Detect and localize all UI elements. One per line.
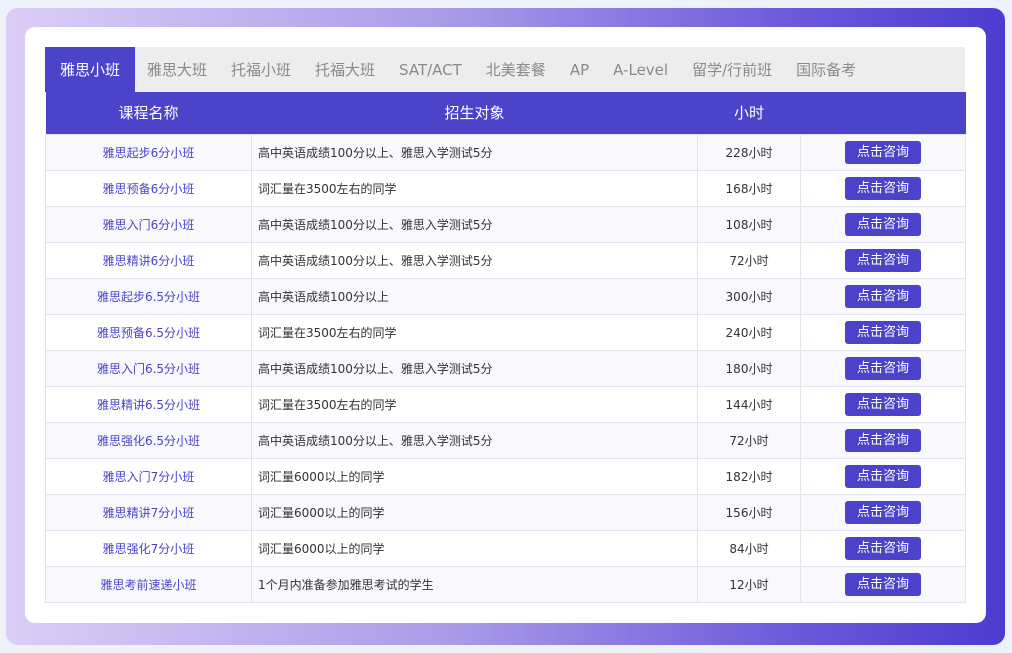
course-target: 词汇量6000以上的同学 [251,457,698,495]
course-target: 词汇量6000以上的同学 [251,493,698,531]
header-target: 招生对象 [251,92,698,134]
table-row: 雅思精讲7分小班 词汇量6000以上的同学 156小时 点击咨询 [45,493,966,531]
action-cell: 点击咨询 [800,565,966,603]
course-tabs: 雅思小班 雅思大班 托福小班 托福大班 SAT/ACT 北美套餐 AP A-Level 留学/行… [45,47,965,92]
table-row: 雅思起步6分小班 高中英语成绩100分以上、雅思入学测试5分 228小时 点击咨询 [45,133,966,171]
course-name[interactable]: 雅思强化6.5分小班 [45,421,252,459]
consult-button[interactable]: 点击咨询 [845,356,921,380]
course-hours: 156小时 [697,493,801,531]
consult-button[interactable]: 点击咨询 [845,248,921,272]
course-target: 高中英语成绩100分以上、雅思入学测试5分 [251,241,698,279]
course-target: 词汇量在3500左右的同学 [251,313,698,351]
course-hours: 168小时 [697,169,801,207]
course-target: 高中英语成绩100分以上、雅思入学测试5分 [251,421,698,459]
table-row: 雅思强化6.5分小班 高中英语成绩100分以上、雅思入学测试5分 72小时 点击咨询 [45,421,966,459]
consult-button[interactable]: 点击咨询 [845,284,921,308]
course-name[interactable]: 雅思入门6分小班 [45,205,252,243]
course-name[interactable]: 雅思考前速递小班 [45,565,252,603]
course-name[interactable]: 雅思起步6分小班 [45,133,252,171]
consult-button[interactable]: 点击咨询 [845,464,921,488]
tab-7[interactable]: A-Level [601,47,680,92]
action-cell: 点击咨询 [800,385,966,423]
table-header-row: 课程名称 招生对象 小时 [45,92,966,134]
consult-button[interactable]: 点击咨询 [845,320,921,344]
action-cell: 点击咨询 [800,457,966,495]
action-cell: 点击咨询 [800,277,966,315]
header-course-name: 课程名称 [45,92,252,134]
course-name[interactable]: 雅思强化7分小班 [45,529,252,567]
action-cell: 点击咨询 [800,529,966,567]
action-cell: 点击咨询 [800,169,966,207]
consult-button[interactable]: 点击咨询 [845,500,921,524]
course-hours: 300小时 [697,277,801,315]
consult-button[interactable]: 点击咨询 [845,212,921,236]
course-name[interactable]: 雅思入门7分小班 [45,457,252,495]
course-hours: 108小时 [697,205,801,243]
tab-6[interactable]: AP [558,47,601,92]
action-cell: 点击咨询 [800,421,966,459]
action-cell: 点击咨询 [800,493,966,531]
table-row: 雅思强化7分小班 词汇量6000以上的同学 84小时 点击咨询 [45,529,966,567]
course-hours: 182小时 [697,457,801,495]
consult-button[interactable]: 点击咨询 [845,572,921,596]
course-name[interactable]: 雅思精讲6分小班 [45,241,252,279]
action-cell: 点击咨询 [800,241,966,279]
tab-2[interactable]: 托福小班 [219,47,303,92]
table-row: 雅思精讲6.5分小班 词汇量在3500左右的同学 144小时 点击咨询 [45,385,966,423]
course-hours: 84小时 [697,529,801,567]
tab-3[interactable]: 托福大班 [303,47,387,92]
table-row: 雅思预备6分小班 词汇量在3500左右的同学 168小时 点击咨询 [45,169,966,207]
course-hours: 180小时 [697,349,801,387]
course-hours: 12小时 [697,565,801,603]
table-row: 雅思入门6.5分小班 高中英语成绩100分以上、雅思入学测试5分 180小时 点击咨询 [45,349,966,387]
course-name[interactable]: 雅思精讲6.5分小班 [45,385,252,423]
table-row: 雅思考前速递小班 1个月内准备参加雅思考试的学生 12小时 点击咨询 [45,565,966,603]
tab-1[interactable]: 雅思大班 [135,47,219,92]
table-row: 雅思起步6.5分小班 高中英语成绩100分以上 300小时 点击咨询 [45,277,966,315]
course-name[interactable]: 雅思预备6分小班 [45,169,252,207]
action-cell: 点击咨询 [800,133,966,171]
consult-button[interactable]: 点击咨询 [845,536,921,560]
course-hours: 228小时 [697,133,801,171]
consult-button[interactable]: 点击咨询 [845,392,921,416]
course-target: 词汇量在3500左右的同学 [251,169,698,207]
action-cell: 点击咨询 [800,313,966,351]
table-row: 雅思预备6.5分小班 词汇量在3500左右的同学 240小时 点击咨询 [45,313,966,351]
course-name[interactable]: 雅思入门6.5分小班 [45,349,252,387]
course-hours: 240小时 [697,313,801,351]
course-target: 高中英语成绩100分以上、雅思入学测试5分 [251,349,698,387]
course-target: 高中英语成绩100分以上、雅思入学测试5分 [251,205,698,243]
consult-button[interactable]: 点击咨询 [845,428,921,452]
consult-button[interactable]: 点击咨询 [845,176,921,200]
course-target: 1个月内准备参加雅思考试的学生 [251,565,698,603]
action-cell: 点击咨询 [800,205,966,243]
tab-9[interactable]: 国际备考 [784,47,868,92]
table-row: 雅思入门7分小班 词汇量6000以上的同学 182小时 点击咨询 [45,457,966,495]
tab-4[interactable]: SAT/ACT [387,47,474,92]
course-target: 词汇量在3500左右的同学 [251,385,698,423]
consult-button[interactable]: 点击咨询 [845,140,921,164]
course-name[interactable]: 雅思起步6.5分小班 [45,277,252,315]
action-cell: 点击咨询 [800,349,966,387]
course-hours: 144小时 [697,385,801,423]
course-name[interactable]: 雅思精讲7分小班 [45,493,252,531]
course-target: 词汇量6000以上的同学 [251,529,698,567]
table-row: 雅思入门6分小班 高中英语成绩100分以上、雅思入学测试5分 108小时 点击咨询 [45,205,966,243]
course-hours: 72小时 [697,421,801,459]
header-hours: 小时 [697,92,801,134]
course-hours: 72小时 [697,241,801,279]
course-name[interactable]: 雅思预备6.5分小班 [45,313,252,351]
header-action [800,92,966,134]
course-table: 课程名称 招生对象 小时 雅思起步6分小班 高中英语成绩100分以上、雅思入学测试… [45,92,966,603]
course-target: 高中英语成绩100分以上、雅思入学测试5分 [251,133,698,171]
tab-8[interactable]: 留学/行前班 [680,47,784,92]
table-row: 雅思精讲6分小班 高中英语成绩100分以上、雅思入学测试5分 72小时 点击咨询 [45,241,966,279]
tab-0[interactable]: 雅思小班 [45,47,135,92]
course-target: 高中英语成绩100分以上 [251,277,698,315]
tab-5[interactable]: 北美套餐 [474,47,558,92]
